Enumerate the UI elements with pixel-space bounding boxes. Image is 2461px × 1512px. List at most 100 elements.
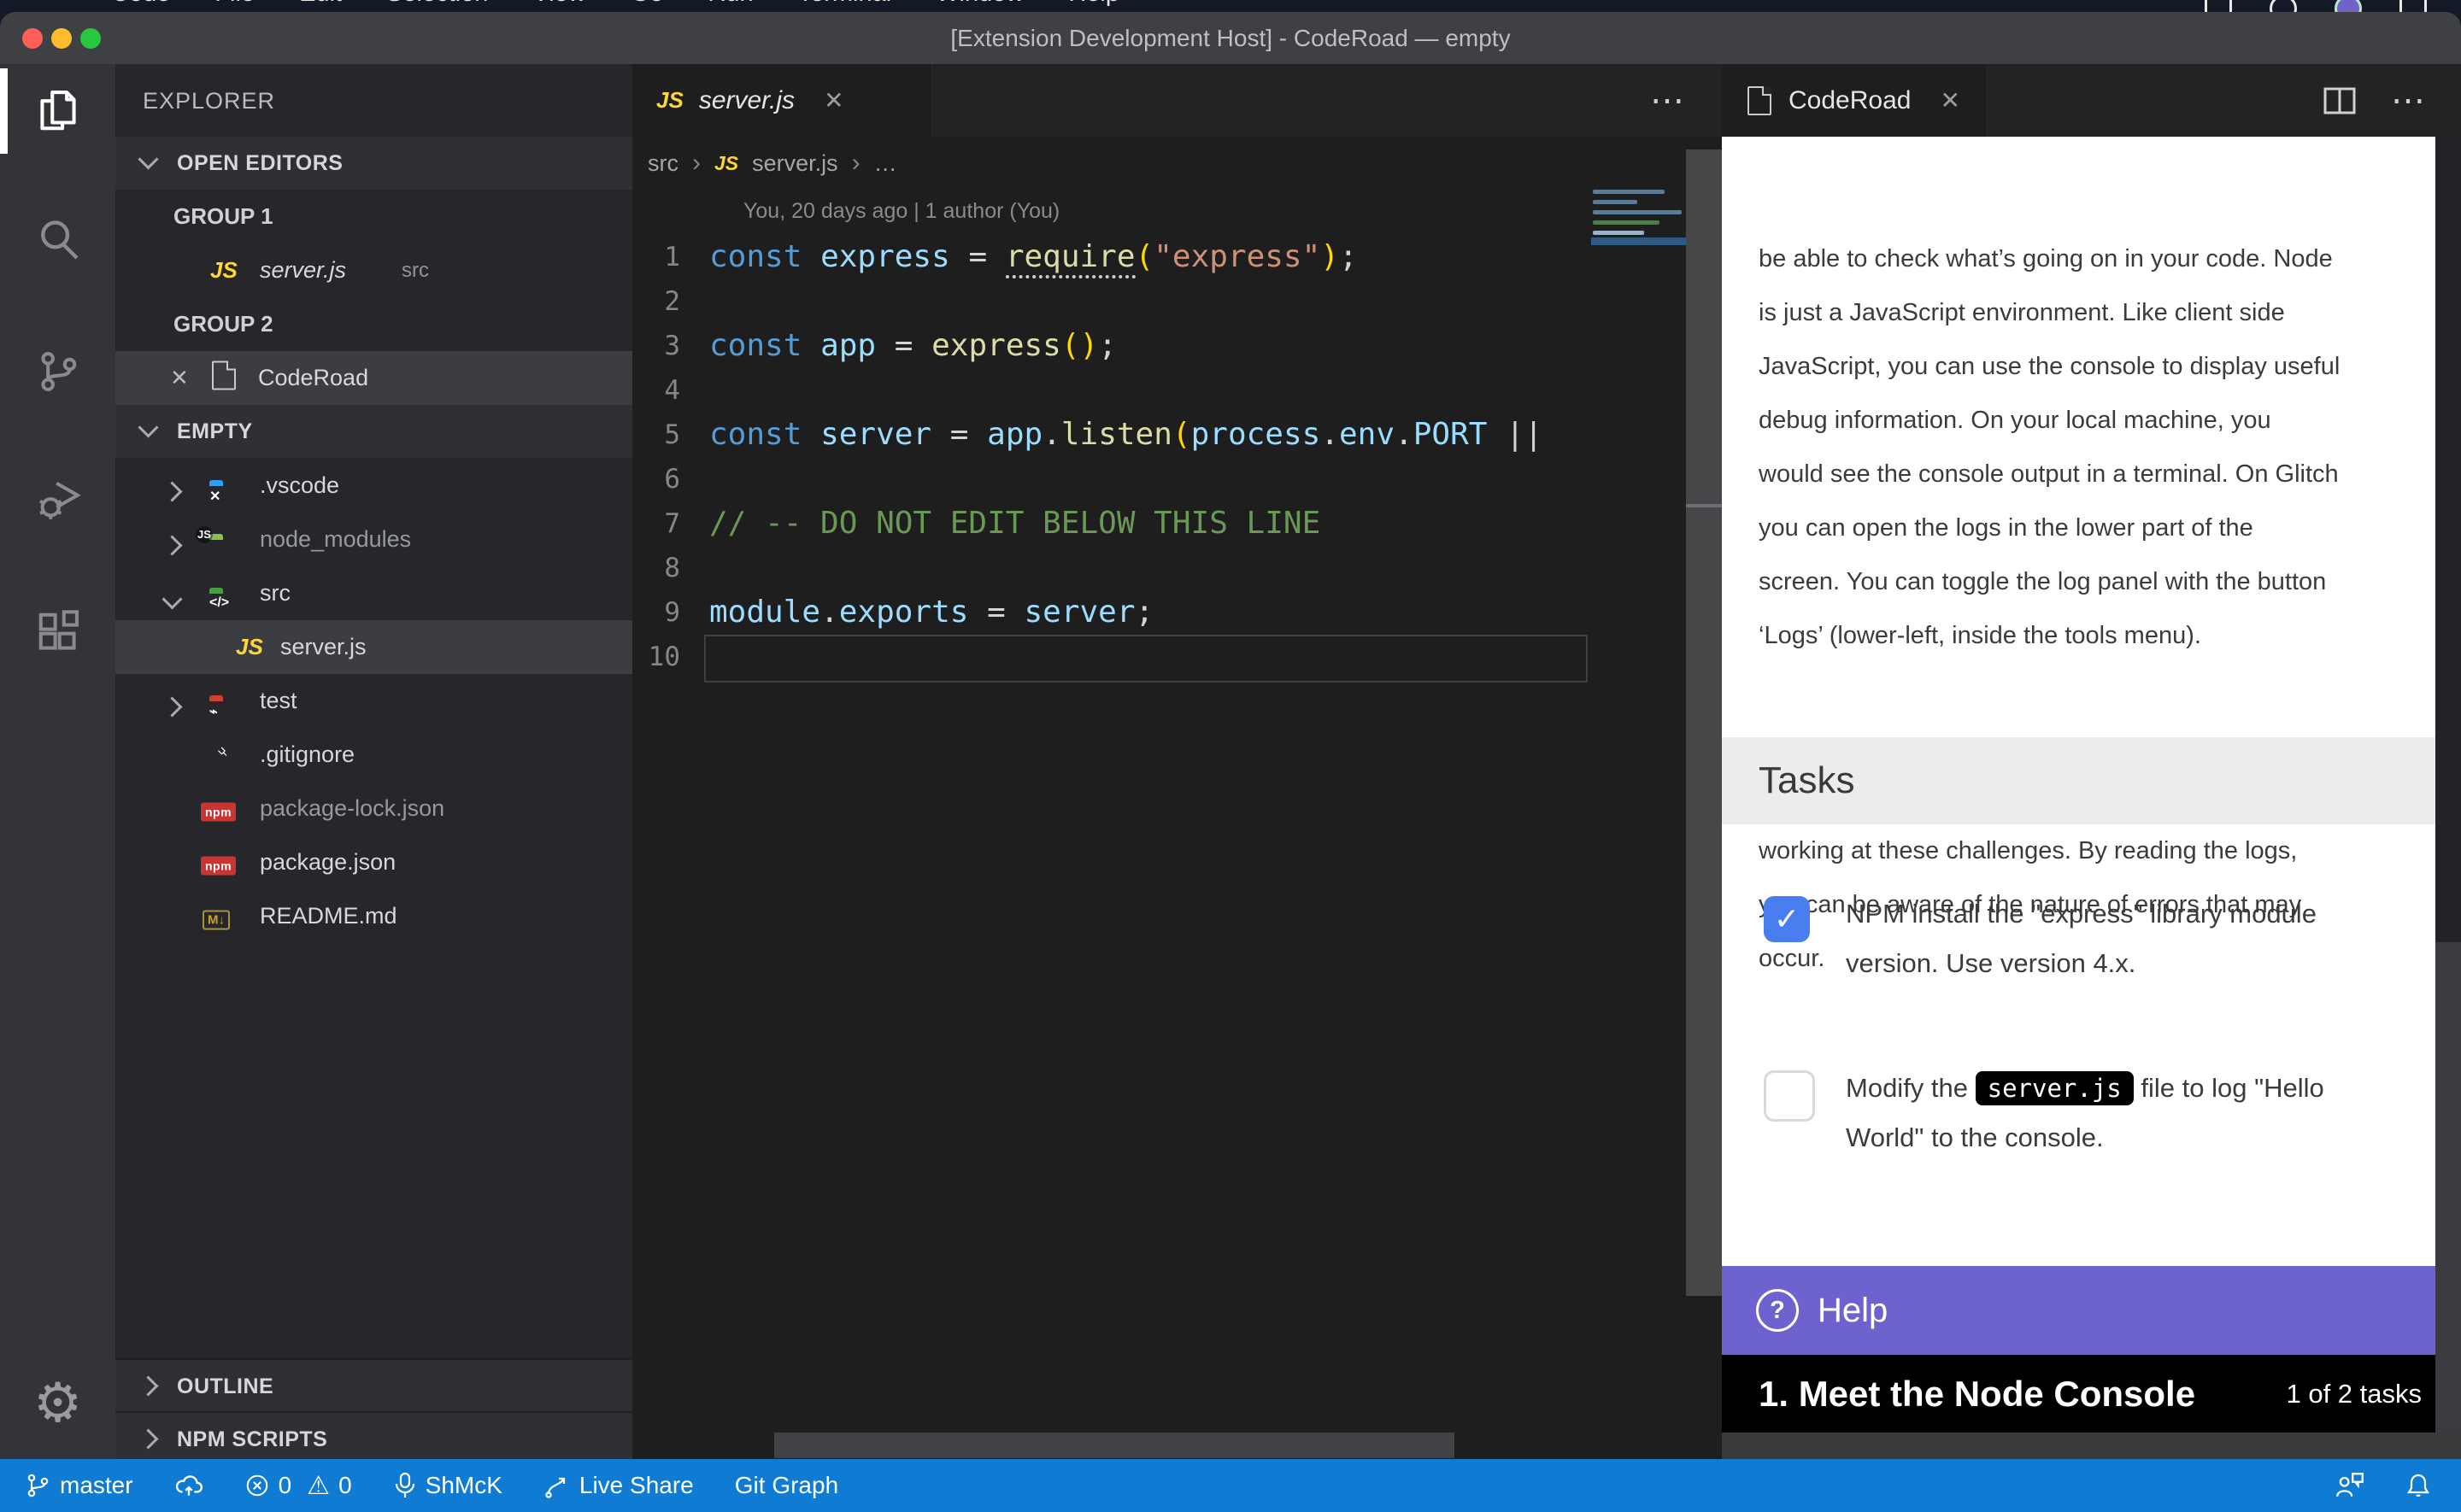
settings-gear-icon[interactable]: ⚙ [0,1371,115,1435]
split-editor-icon[interactable] [2323,86,2357,115]
code-token: ) [1320,239,1339,274]
code-line[interactable]: 6 [632,457,1589,501]
vscode-window: Code File Edit Selection View Go Run Ter… [0,0,2461,1512]
code-token: ( [1136,239,1154,274]
breadcrumb-server-js[interactable]: server.js [752,150,838,177]
close-icon[interactable]: ✕ [170,365,189,391]
code-line[interactable]: 7// -- DO NOT EDIT BELOW THIS LINE [632,501,1589,546]
npm-scripts-section-header[interactable]: NPM SCRIPTS [115,1411,632,1459]
webview-scrollbar[interactable] [2435,137,2461,1433]
feedback-icon[interactable] [2335,1471,2365,1500]
open-editor-server-js[interactable]: JS server.js src [115,243,632,297]
window-title: [Extension Development Host] - CodeRoad … [0,25,2461,52]
help-bar[interactable]: ? Help [1722,1266,2435,1355]
menu-item-run[interactable]: Run [708,0,753,8]
editor-group-server-js: JS server.js ✕ ⋯ src › JS server.js › … … [632,64,1722,1459]
run-debug-icon[interactable] [0,453,115,547]
menu-item-file[interactable]: File [214,0,255,8]
npm-icon: npm [201,802,236,821]
menubar-status-icon[interactable] [2270,0,2297,12]
menu-item-view[interactable]: View [532,0,585,8]
notifications-bell-icon[interactable] [2405,1471,2432,1500]
tree-item-package-json[interactable]: npm package.json [115,835,632,889]
tree-item-vscode[interactable]: ✕ .vscode [115,459,632,513]
close-icon[interactable]: ✕ [824,86,843,114]
tree-item-package-lock[interactable]: npm package-lock.json [115,782,632,835]
code-line[interactable]: 4 [632,368,1589,413]
tree-item-src[interactable]: </> src [115,566,632,620]
line-number: 6 [632,457,680,501]
folder-root-empty[interactable]: EMPTY [115,405,632,458]
task-checkbox-unchecked[interactable] [1764,1070,1815,1122]
open-editors-header[interactable]: OPEN EDITORS [115,137,632,190]
js-file-icon: JS [210,257,238,284]
chevron-down-icon [138,149,158,169]
code-token: . [1320,417,1339,452]
file-icon [212,360,236,390]
code-line[interactable]: 8 [632,546,1589,590]
open-editors-group1-label: GROUP 1 [115,190,632,243]
tab-coderoad[interactable]: CodeRoad ✕ [1722,64,1988,137]
menu-item-edit[interactable]: Edit [299,0,342,8]
code-line[interactable]: 2 [632,279,1589,324]
markdown-icon: M↓ [203,910,230,929]
editor-group-coderoad: CodeRoad ✕ ⋯ be able to check what’s goi… [1722,64,2461,1459]
code-token: ; [1136,595,1154,630]
explorer-icon[interactable] [0,64,115,158]
breadcrumb-more[interactable]: … [874,150,897,177]
breadcrumb[interactable]: src › JS server.js › … [648,137,897,190]
close-icon[interactable]: ✕ [1940,86,1959,114]
menu-item-help[interactable]: Help [1068,0,1119,8]
breadcrumb-src[interactable]: src [648,150,678,177]
sync-status[interactable] [174,1471,203,1500]
git-branch-status[interactable]: master [24,1472,133,1499]
task-checkbox-checked[interactable]: ✓ [1764,896,1810,942]
scrollbar-thumb[interactable] [2435,137,2461,942]
npm-icon: npm [201,856,236,875]
live-share-status[interactable]: Live Share [543,1472,694,1499]
code-token: = [950,239,1006,274]
lesson-progress-bar[interactable]: 1. Meet the Node Console 1 of 2 tasks [1722,1355,2435,1433]
outline-section-header[interactable]: OUTLINE [115,1358,632,1413]
tree-item-readme[interactable]: M↓ README.md [115,889,632,943]
user-status[interactable]: ShMcK [393,1472,502,1499]
code-token: const [709,239,802,274]
tree-item-node-modules[interactable]: JS node_modules [115,513,632,566]
code-text: // -- DO NOT EDIT BELOW THIS LINE [709,501,1320,546]
open-editor-coderoad[interactable]: ✕ CodeRoad [115,351,632,405]
menu-item-selection[interactable]: Selection [386,0,488,8]
code-line[interactable]: 9module.exports = server; [632,590,1589,635]
siri-icon[interactable] [2335,0,2362,12]
coderoad-webview: be able to check what’s going on in your… [1722,137,2435,1266]
tree-item-server-js[interactable]: JS server.js [115,620,632,674]
more-actions-icon[interactable]: ⋯ [2391,81,2427,120]
code-token: = [876,328,931,363]
tab-server-js[interactable]: JS server.js ✕ [632,64,932,137]
problems-status[interactable]: 0 ⚠ 0 [244,1471,352,1501]
git-graph-status[interactable]: Git Graph [735,1472,838,1499]
source-control-icon[interactable] [0,325,115,419]
code-line[interactable]: 5const server = app.listen(process.env.P… [632,413,1589,457]
code-line[interactable]: 1const express = require("express"); [632,235,1589,279]
editor-scrollbar[interactable] [1686,149,1722,1296]
horizontal-scrollbar[interactable] [774,1433,1454,1458]
tree-item-test[interactable]: ⌁ test [115,674,632,728]
minimap[interactable] [1591,171,1686,700]
codelens-annotation[interactable]: You, 20 days ago | 1 author (You) [743,199,1060,224]
menubar-status-icon[interactable] [2205,0,2232,12]
menu-item-window[interactable]: Window [936,0,1024,8]
code-line[interactable]: 3const app = express(); [632,324,1589,368]
extensions-icon[interactable] [0,585,115,679]
code-area[interactable]: 1const express = require("express");23co… [632,235,1589,679]
control-center-icon[interactable] [2399,0,2427,12]
scrollbar-thumb-edge [1686,504,1722,507]
menu-item-terminal[interactable]: Terminal [798,0,892,8]
code-token: "express" [1154,239,1320,274]
breadcrumb-separator: › [852,149,860,178]
tree-item-gitignore[interactable]: ⑂ .gitignore [115,728,632,782]
menu-item-code[interactable]: Code [111,0,170,8]
menu-item-go[interactable]: Go [631,0,664,8]
js-file-icon: JS [714,152,738,175]
more-actions-icon[interactable]: ⋯ [1650,81,1686,120]
search-icon[interactable] [0,192,115,286]
